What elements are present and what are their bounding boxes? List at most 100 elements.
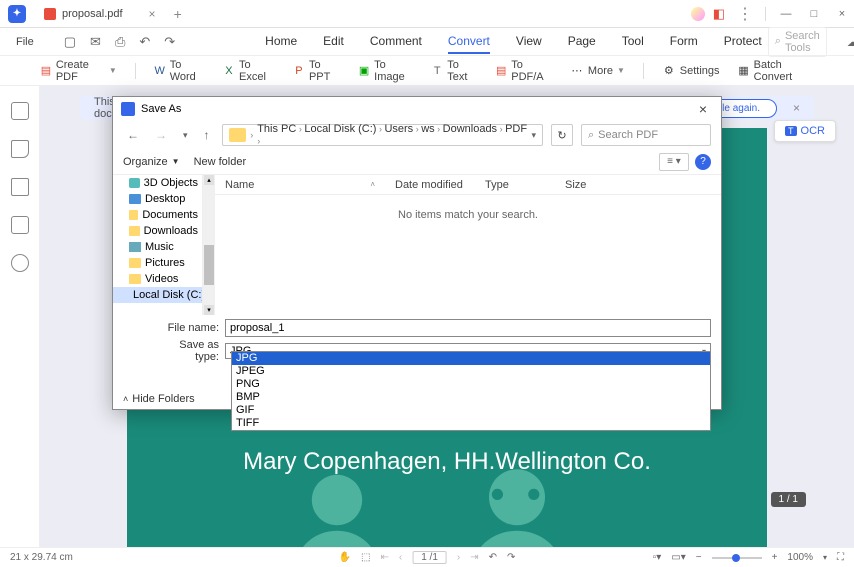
organize-button[interactable]: Organize▼ [123,156,180,168]
scroll-thumb[interactable] [204,245,214,285]
menu-protect[interactable]: Protect [724,30,762,54]
menu-edit[interactable]: Edit [323,30,344,54]
breadcrumb-segment[interactable]: This PC [257,123,296,135]
zoom-thumb[interactable] [732,554,740,562]
tree-item[interactable]: Documents [113,207,202,223]
to-excel-button[interactable]: XTo Excel [223,59,275,83]
select-tool-icon[interactable]: ⬚ [361,552,370,563]
account-icon[interactable] [691,7,705,21]
prev-page-icon[interactable]: ‹ [399,552,402,563]
close-tab-icon[interactable]: × [149,7,156,21]
menu-convert[interactable]: Convert [448,30,490,54]
menu-form[interactable]: Form [670,30,698,54]
view-mode-icon[interactable]: ▫▾ [653,552,662,563]
cloud-icon[interactable]: ☁ [843,32,854,52]
folder-tree[interactable]: 3D ObjectsDesktopDocumentsDownloadsMusic… [113,175,203,315]
filename-input[interactable] [225,319,711,337]
breadcrumb-segment[interactable]: PDF [505,123,527,135]
mail-icon[interactable]: ✉ [86,32,105,52]
document-tab[interactable]: proposal.pdf × [34,2,166,26]
file-menu[interactable]: File [10,34,40,50]
savetype-dropdown[interactable]: JPGJPEGPNGBMPGIFTIFF [231,351,711,431]
dropdown-option[interactable]: GIF [232,404,710,417]
dialog-close-button[interactable]: × [693,101,713,117]
tree-scrollbar[interactable]: ▴ ▾ [203,175,215,315]
breadcrumb-segment[interactable]: ws [421,123,434,135]
to-image-button[interactable]: ▣To Image [358,59,413,83]
open-icon[interactable]: ▢ [60,32,80,52]
dropdown-option[interactable]: JPG [232,352,710,365]
nav-history-dropdown[interactable]: ▾ [179,130,192,141]
menu-page[interactable]: Page [568,30,596,54]
undo-icon[interactable]: ↶ [135,32,154,52]
column-date[interactable]: Date modified [385,179,475,191]
attachments-icon[interactable] [11,216,29,234]
tree-item[interactable]: 3D Objects [113,175,202,191]
create-pdf-button[interactable]: ▤Create PDF▼ [40,59,117,83]
search-icon[interactable] [11,254,29,272]
next-page-icon[interactable]: › [457,552,460,563]
hide-folders-button[interactable]: ˄Hide Folders [123,393,195,405]
more-button[interactable]: ⋯More▼ [570,64,625,78]
dropdown-option[interactable]: JPEG [232,365,710,378]
to-text-button[interactable]: TTo Text [431,59,477,83]
maximize-button[interactable]: □ [802,4,826,24]
print-icon[interactable]: ⎙ [111,32,129,52]
nav-forward-button[interactable]: → [151,128,171,142]
breadcrumb-segment[interactable]: Local Disk (C:) [304,123,376,135]
zoom-slider[interactable] [712,557,762,559]
tree-item[interactable]: Pictures [113,255,202,271]
batch-convert-button[interactable]: ▦Batch Convert [738,59,815,83]
hand-tool-icon[interactable]: ✋ [339,552,351,563]
thumbnails-icon[interactable] [11,102,29,120]
to-ppt-button[interactable]: PTo PPT [293,59,340,83]
tree-item[interactable]: Videos [113,271,202,287]
search-tools[interactable]: ⌕ Search Tools [768,27,827,57]
tree-item[interactable]: Desktop [113,191,202,207]
tree-item[interactable]: Music [113,239,202,255]
nav-back-button[interactable]: ← [123,128,143,142]
breadcrumb-segment[interactable]: Downloads [443,123,497,135]
settings-button[interactable]: ⚙Settings [662,64,720,78]
menu-tool[interactable]: Tool [622,30,644,54]
tree-item[interactable]: Downloads [113,223,202,239]
zoom-in-icon[interactable]: + [772,552,778,563]
column-name[interactable]: Name˄ [215,179,385,191]
tree-item[interactable]: Local Disk (C:) [113,287,202,303]
column-size[interactable]: Size [555,179,615,191]
breadcrumb-segment[interactable]: Users [384,123,413,135]
bookmarks-icon[interactable] [11,140,29,158]
menu-home[interactable]: Home [265,30,297,54]
help-button[interactable]: ? [695,154,711,170]
scroll-up-button[interactable]: ▴ [204,175,214,185]
ocr-float-button[interactable]: T OCR [774,120,836,142]
rotate-left-icon[interactable]: ↶ [489,552,497,563]
breadcrumb-bar[interactable]: › This PC › Local Disk (C:) › Users › ws… [222,124,543,146]
kebab-menu-icon[interactable]: ⋮ [737,4,753,24]
redo-icon[interactable]: ↷ [160,32,179,52]
new-tab-button[interactable]: + [174,6,182,22]
comments-icon[interactable] [11,178,29,196]
dropdown-option[interactable]: BMP [232,391,710,404]
new-folder-button[interactable]: New folder [194,156,247,168]
view-options-button[interactable]: ≡ ▾ [659,153,689,171]
to-pdfa-button[interactable]: ▤To PDF/A [495,59,552,83]
nav-up-button[interactable]: ↑ [200,128,214,142]
close-banner-icon[interactable]: × [793,101,800,115]
menu-view[interactable]: View [516,30,542,54]
dropdown-option[interactable]: PNG [232,378,710,391]
to-word-button[interactable]: WTo Word [154,59,205,83]
refresh-button[interactable]: ↻ [551,124,573,146]
close-window-button[interactable]: × [830,4,854,24]
gift-icon[interactable]: ◧ [713,6,725,22]
dropdown-option[interactable]: TIFF [232,417,710,430]
first-page-icon[interactable]: ⇤ [380,552,388,563]
fit-page-icon[interactable]: ⛶ [837,552,844,563]
display-mode-icon[interactable]: ▭▾ [671,552,685,563]
minimize-button[interactable]: — [774,4,798,24]
column-type[interactable]: Type [475,179,555,191]
menu-comment[interactable]: Comment [370,30,422,54]
chevron-down-icon[interactable]: ▾ [531,130,536,141]
rotate-right-icon[interactable]: ↷ [507,552,515,563]
dialog-search-input[interactable]: ⌕ Search PDF [581,124,711,146]
